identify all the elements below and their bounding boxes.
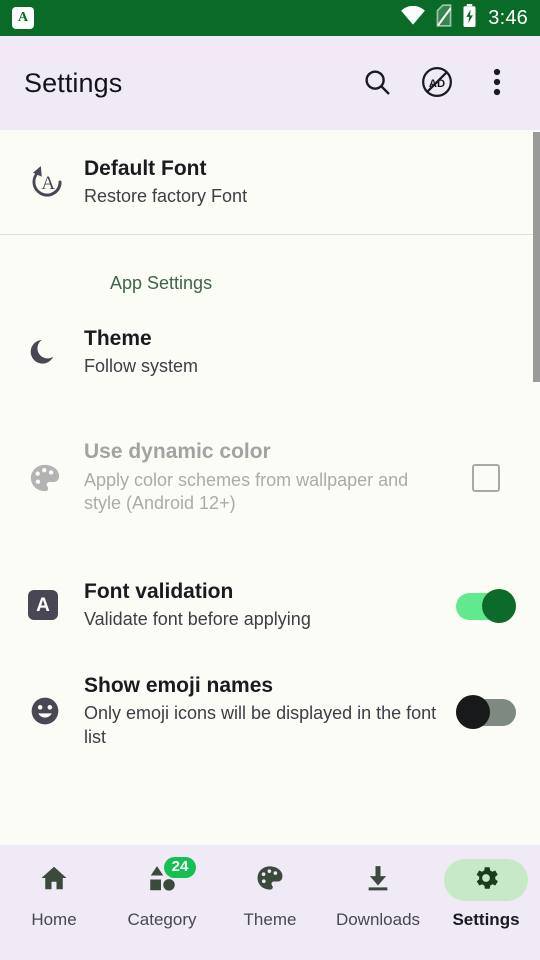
download-icon <box>363 863 393 898</box>
list-item-title: Theme <box>84 326 152 350</box>
nav-item-home[interactable]: Home <box>0 859 108 930</box>
nav-home-label: Home <box>31 910 77 929</box>
category-badge: 24 <box>164 857 196 878</box>
status-bar: A 3:46 <box>0 0 540 36</box>
moon-icon <box>22 336 84 368</box>
show-emoji-names-text: Show emoji names Only emoji icons will b… <box>84 673 454 749</box>
wifi-icon <box>400 5 426 31</box>
ad-block-icon: AD <box>419 64 455 103</box>
nav-home-icon-wrap <box>12 859 96 901</box>
font-validation-control <box>454 589 518 623</box>
list-item-font-validation[interactable]: A Font validation Validate font before a… <box>0 555 540 655</box>
nav-downloads-icon-wrap <box>336 859 420 901</box>
nav-item-theme[interactable]: Theme <box>216 859 324 930</box>
letter-a-badge: A <box>28 590 58 620</box>
svg-text:A: A <box>41 173 55 194</box>
palette-icon <box>255 863 285 898</box>
status-bar-clock: 3:46 <box>488 6 528 29</box>
svg-text:AD: AD <box>429 77 445 89</box>
nav-theme-icon-wrap <box>228 859 312 901</box>
overflow-menu-button[interactable] <box>472 58 522 108</box>
dynamic-color-checkbox[interactable] <box>472 463 500 492</box>
default-font-text: Default Font Restore factory Font <box>84 156 518 209</box>
list-item-subtitle: Validate font before applying <box>84 608 311 629</box>
nav-settings-icon-wrap <box>444 859 528 901</box>
font-validation-text: Font validation Validate font before app… <box>84 579 454 632</box>
list-item-show-emoji-names[interactable]: Show emoji names Only emoji icons will b… <box>0 655 540 767</box>
list-item-default-font[interactable]: A Default Font Restore factory Font <box>0 130 540 234</box>
scrollbar-thumb[interactable] <box>533 132 540 382</box>
nav-category-label: Category <box>127 910 197 929</box>
theme-text: Theme Follow system <box>84 326 518 379</box>
palette-icon <box>22 461 84 495</box>
nav-theme-label: Theme <box>243 910 297 929</box>
restore-font-icon: A <box>22 163 84 201</box>
nav-category-icon-wrap: 24 <box>120 857 204 901</box>
list-item-subtitle: Follow system <box>84 355 199 376</box>
nav-downloads-label: Downloads <box>335 910 421 929</box>
overflow-menu-icon <box>493 67 501 100</box>
search-button[interactable] <box>352 58 402 108</box>
ad-block-button[interactable]: AD <box>412 58 462 108</box>
list-item-use-dynamic-color: Use dynamic color Apply color schemes fr… <box>0 400 540 555</box>
dynamic-color-control <box>454 463 518 492</box>
section-header-app-settings: App Settings <box>110 273 213 293</box>
list-item-subtitle: Apply color schemes from wallpaper and s… <box>84 469 409 514</box>
list-item-title: Use dynamic color <box>84 440 271 464</box>
app-bar-actions: AD <box>352 58 522 108</box>
nav-item-settings[interactable]: Settings <box>432 859 540 930</box>
home-icon <box>39 863 69 898</box>
nav-item-category[interactable]: 24 Category <box>108 857 216 930</box>
list-item-title: Font validation <box>84 579 234 603</box>
list-item-subtitle: Restore factory Font <box>84 185 248 206</box>
list-item-title: Show emoji names <box>84 673 274 697</box>
settings-list[interactable]: A Default Font Restore factory Font App … <box>0 130 540 845</box>
switch-thumb <box>456 695 490 729</box>
app-screen: A 3:46 Settings AD A Default Font Restor… <box>0 0 540 960</box>
no-sim-icon <box>435 4 453 32</box>
dynamic-color-text: Use dynamic color Apply color schemes fr… <box>84 439 454 515</box>
font-validation-switch[interactable] <box>456 589 516 623</box>
switch-thumb <box>482 589 516 623</box>
emoji-smile-icon <box>22 694 84 728</box>
letter-a-icon: A <box>22 590 84 620</box>
list-item-subtitle: Only emoji icons will be displayed in th… <box>84 703 437 747</box>
gear-icon <box>471 863 501 898</box>
show-emoji-names-control <box>454 695 518 729</box>
list-item-theme[interactable]: Theme Follow system <box>0 304 540 400</box>
status-bar-app-icon-letter: A <box>17 10 29 25</box>
battery-charging-icon <box>462 4 477 32</box>
search-icon <box>362 67 392 100</box>
page-title: Settings <box>24 67 123 98</box>
list-item-title: Default Font <box>84 156 207 180</box>
show-emoji-names-switch[interactable] <box>456 695 516 729</box>
top-app-bar: Settings AD <box>0 36 540 130</box>
status-bar-app-icon: A <box>12 7 34 29</box>
nav-item-downloads[interactable]: Downloads <box>324 859 432 930</box>
status-bar-right-group: 3:46 <box>400 4 528 32</box>
nav-settings-label: Settings <box>452 910 520 929</box>
bottom-navigation-bar: Home 24 Category Theme Downloads Setting… <box>0 845 540 960</box>
